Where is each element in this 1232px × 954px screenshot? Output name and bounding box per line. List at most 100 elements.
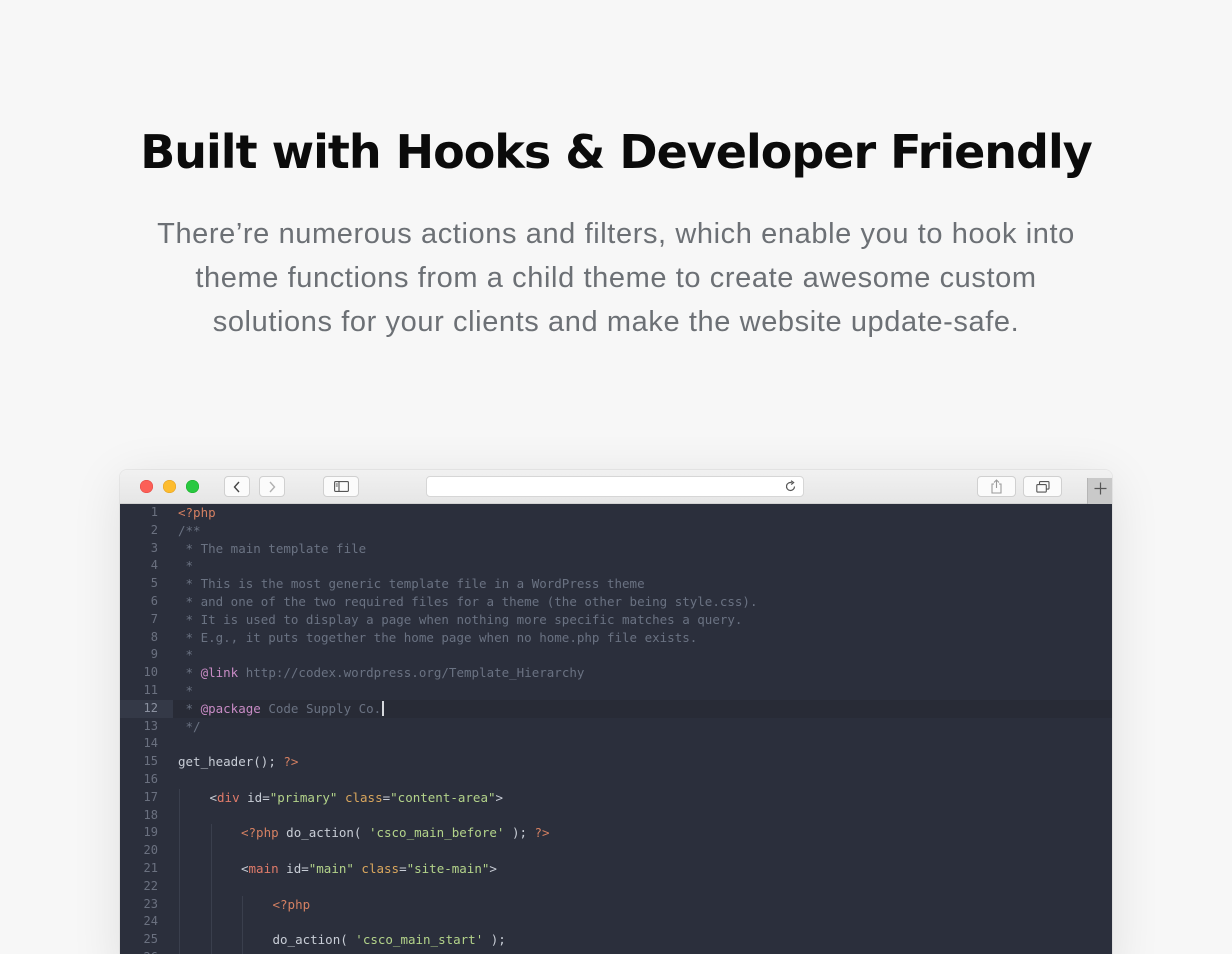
code-token: /**	[178, 522, 201, 538]
code-text: * This is the most generic template file…	[178, 575, 645, 593]
code-token: id	[278, 860, 302, 876]
indent-guide	[210, 842, 212, 860]
code-line: 9 *	[120, 646, 1112, 664]
indent-guide	[179, 913, 180, 932]
code-token: "content-area"	[390, 789, 496, 805]
code-token: *	[178, 682, 194, 698]
code-token: @package	[200, 700, 261, 716]
code-token: get_header	[178, 754, 254, 770]
code-line: 3 * The main template file	[120, 540, 1112, 558]
code-text: <div id="primary" class="content-area">	[210, 789, 504, 807]
code-line: 25 do_action( 'csco_main_start' );	[120, 931, 1112, 949]
code-token: * E.g., it puts together the home page w…	[178, 629, 698, 645]
code-token: ();	[253, 754, 284, 770]
indent-guide	[242, 948, 243, 954]
line-number: 11	[143, 682, 158, 697]
code-text: * and one of the two required files for …	[178, 593, 758, 611]
code-token: @link	[200, 665, 239, 681]
code-line: 7 * It is used to display a page when no…	[120, 611, 1112, 629]
code-token: *	[178, 647, 194, 663]
code-token: =	[262, 789, 270, 805]
code-token: div	[217, 789, 240, 805]
code-line: 12 * @package Code Supply Co.	[120, 699, 1112, 718]
code-line: 10 * @link http://codex.wordpress.org/Te…	[120, 664, 1112, 682]
new-tab-button[interactable]	[1087, 478, 1112, 504]
line-number: 14	[143, 736, 158, 751]
code-token: "site-main"	[406, 860, 490, 876]
code-token: * This is the most generic template file…	[178, 576, 645, 592]
sidebar-toggle-button[interactable]	[323, 476, 359, 497]
share-button[interactable]	[977, 476, 1016, 497]
indent-guide	[242, 913, 243, 932]
forward-button[interactable]	[259, 476, 285, 497]
minimize-window-button[interactable]	[163, 480, 176, 493]
back-button[interactable]	[224, 476, 250, 497]
close-window-button[interactable]	[140, 480, 153, 493]
code-token: "main"	[308, 860, 354, 876]
code-token: 'csco_main_before'	[368, 825, 505, 841]
indent-guide	[210, 824, 212, 843]
code-token: * and one of the two required files for …	[178, 593, 758, 609]
code-text: <main id="main" class="site-main">	[241, 860, 497, 878]
line-number: 15	[143, 754, 158, 769]
line-number: 7	[150, 611, 158, 626]
show-tabs-button[interactable]	[1023, 476, 1062, 497]
code-line: 17 <div id="primary" class="content-area"…	[120, 788, 1112, 807]
code-line: 15 get_header(); ?>	[120, 753, 1112, 771]
share-icon	[990, 479, 1003, 494]
indent-guide	[210, 948, 212, 954]
code-line: 23 <?php	[120, 895, 1112, 914]
hero-lead: There’re numerous actions and filters, w…	[157, 218, 1075, 338]
code-line: 24	[120, 913, 1112, 932]
line-number: 9	[150, 647, 158, 662]
code-editor[interactable]: 1 <?php 2/** 3 * The main template file 4 * 5…	[120, 504, 1112, 954]
code-token: */	[178, 718, 201, 734]
indent-guide	[210, 931, 212, 949]
code-token: );	[483, 932, 506, 948]
zoom-window-button[interactable]	[186, 480, 199, 493]
code-line: 5 * This is the most generic template fi…	[120, 575, 1112, 593]
indent-guide	[179, 931, 180, 949]
indent-guide	[242, 931, 243, 949]
line-number: 16	[143, 771, 158, 786]
indent-guide	[179, 842, 180, 860]
code-token: <?php	[241, 825, 279, 841]
text-cursor	[382, 700, 384, 716]
code-token: http://codex.wordpress.org/Template_Hier…	[238, 665, 585, 681]
hero-title: Built with Hooks & Developer Friendly	[140, 125, 1093, 179]
indent-guide	[179, 895, 180, 914]
code-line: 11 *	[120, 682, 1112, 700]
line-number: 21	[143, 860, 158, 875]
line-number: 17	[143, 789, 158, 804]
code-token: <?php	[272, 896, 311, 912]
line-number: 3	[150, 540, 158, 555]
code-text: <?php	[178, 504, 216, 522]
indent-guide	[179, 788, 180, 807]
code-token: *	[178, 558, 194, 574]
code-text: * @link http://codex.wordpress.org/Templ…	[178, 664, 585, 682]
address-bar[interactable]	[426, 476, 804, 497]
chevron-right-icon	[268, 481, 276, 493]
code-token: >	[495, 789, 504, 805]
code-text: <?php do_action( 'csco_main_before' ); ?…	[241, 824, 550, 842]
line-number: 12	[120, 699, 173, 718]
code-line: 14	[120, 735, 1112, 753]
line-number: 23	[143, 896, 158, 911]
indent-guide	[179, 824, 180, 843]
plus-icon	[1094, 482, 1107, 500]
code-token: );	[504, 825, 535, 841]
code-text: get_header(); ?>	[178, 753, 298, 771]
code-text: */	[178, 718, 201, 736]
code-token: "primary"	[269, 789, 338, 805]
code-token: do_action(	[272, 932, 356, 948]
line-number: 20	[143, 843, 158, 858]
code-line: 2 /**	[120, 522, 1112, 540]
indent-guide	[210, 913, 212, 932]
code-text: /**	[178, 522, 201, 540]
code-token: =	[399, 860, 407, 876]
code-line: 8 * E.g., it puts together the home page…	[120, 629, 1112, 647]
code-text: * E.g., it puts together the home page w…	[178, 629, 698, 647]
line-number: 1	[150, 505, 158, 519]
indent-guide	[210, 859, 212, 878]
reload-icon[interactable]	[784, 480, 797, 498]
